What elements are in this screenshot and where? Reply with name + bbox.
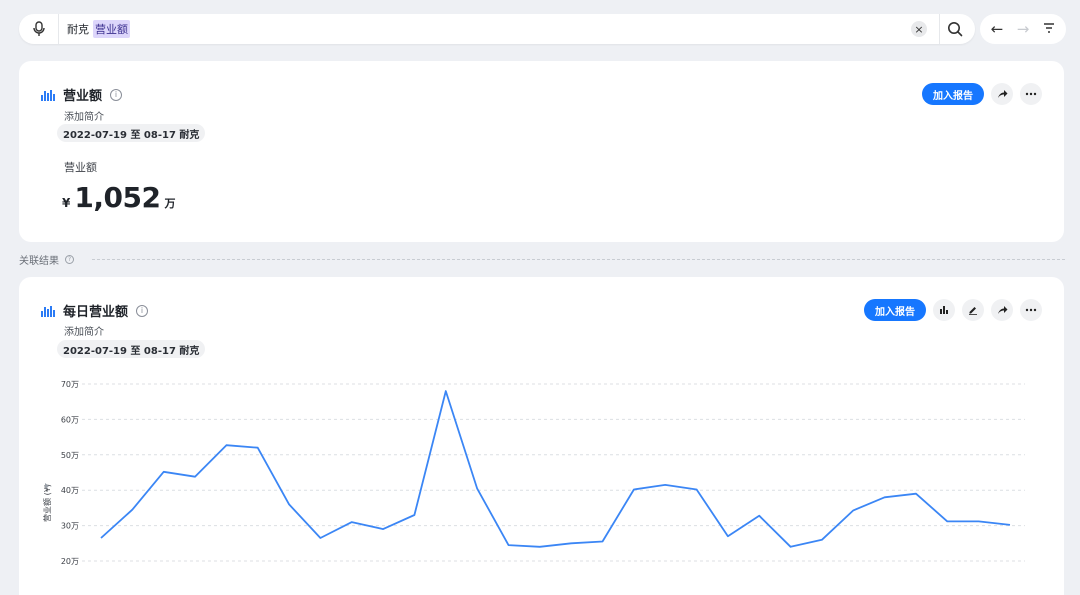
edit-icon[interactable] xyxy=(962,299,984,321)
y-axis-title: 营业额 (¥) xyxy=(42,484,52,522)
y-tick-label: 40万 xyxy=(61,486,79,495)
date-filter-chip[interactable]: 2022-07-19 至 08-17 耐克 xyxy=(57,124,206,142)
related-results-divider: 关联结果 ? xyxy=(19,252,1065,267)
clear-icon[interactable]: × xyxy=(911,21,927,37)
add-description-link[interactable]: 添加简介 xyxy=(64,108,104,123)
bar-chart-icon xyxy=(41,305,55,317)
info-icon[interactable]: i xyxy=(110,88,123,101)
summary-card: 营业额 i 添加简介 2022-07-19 至 08-17 耐克 营业额 ¥ 1… xyxy=(19,61,1064,242)
chart-type-icon[interactable] xyxy=(933,299,955,321)
y-tick-label: 60万 xyxy=(61,415,79,424)
add-to-report-button[interactable]: 加入报告 xyxy=(922,83,984,105)
card-title: 营业额 xyxy=(63,89,103,104)
search-icon[interactable] xyxy=(939,14,969,44)
share-icon[interactable] xyxy=(991,299,1013,321)
card-actions: 加入报告 xyxy=(922,83,1042,105)
currency-symbol: ¥ xyxy=(62,196,71,210)
card-actions: 加入报告 xyxy=(864,299,1042,321)
bar-chart-icon xyxy=(41,89,55,101)
more-icon[interactable] xyxy=(1020,299,1042,321)
y-tick-label: 50万 xyxy=(61,451,79,460)
date-filter-chip[interactable]: 2022-07-19 至 08-17 耐克 xyxy=(57,340,206,358)
more-icon[interactable] xyxy=(1020,83,1042,105)
metric-value: ¥ 1,052 万 xyxy=(62,181,175,214)
chart-card: 每日营业额 i 添加简介 2022-07-19 至 08-17 耐克 加入报告 … xyxy=(19,277,1064,595)
add-to-report-button[interactable]: 加入报告 xyxy=(864,299,926,321)
search-bar[interactable]: 耐克 营业额 × xyxy=(19,14,975,44)
y-axis-ticks: 20万 30万 40万 50万 60万 70万 xyxy=(61,380,79,566)
daily-revenue-line-chart: 20万 30万 40万 50万 60万 70万 营业额 (¥) xyxy=(42,380,1025,566)
search-input[interactable]: 耐克 营业额 xyxy=(59,20,911,38)
filter-icon[interactable] xyxy=(1038,20,1060,38)
share-icon[interactable] xyxy=(991,83,1013,105)
y-tick-label: 20万 xyxy=(61,557,79,566)
y-tick-label: 70万 xyxy=(61,380,79,389)
metric-unit: 万 xyxy=(164,197,176,210)
series-line xyxy=(100,390,1011,548)
card-header: 每日营业额 i xyxy=(41,301,149,320)
navigation-group: ← → xyxy=(980,14,1066,44)
query-token: 耐克 xyxy=(67,23,89,36)
back-arrow-icon[interactable]: ← xyxy=(986,20,1008,38)
divider-line xyxy=(92,259,1065,260)
card-title: 每日营业额 xyxy=(63,305,129,320)
query-token-highlighted: 营业额 xyxy=(93,20,130,38)
y-tick-label: 30万 xyxy=(61,522,79,531)
card-header: 营业额 i xyxy=(41,85,123,104)
metric-label: 营业额 xyxy=(64,161,97,174)
add-description-link[interactable]: 添加简介 xyxy=(64,323,104,338)
info-icon[interactable]: i xyxy=(136,304,149,317)
metric-number: 1,052 xyxy=(74,181,161,214)
microphone-icon[interactable] xyxy=(19,14,59,44)
forward-arrow-icon[interactable]: → xyxy=(1012,20,1034,38)
help-icon[interactable]: ? xyxy=(65,255,74,264)
chart-grid xyxy=(82,383,1025,562)
related-results-label: 关联结果 xyxy=(19,256,59,267)
